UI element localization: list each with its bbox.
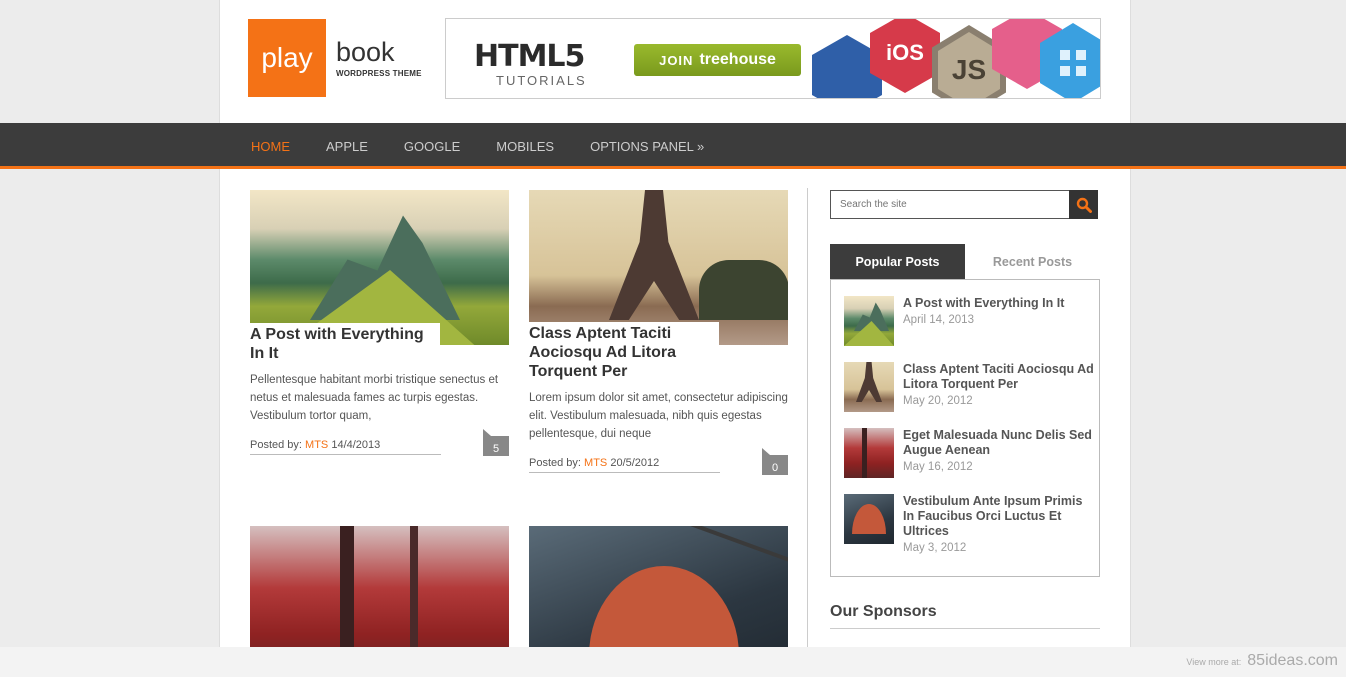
main-nav: HOME APPLE GOOGLE MOBILES OPTIONS PANEL …	[0, 123, 1346, 169]
popular-post-title[interactable]: Vestibulum Ante Ipsum Primis In Faucibus…	[903, 494, 1094, 539]
post-date: 14/4/2013	[331, 439, 381, 451]
post-thumbnail-mountain[interactable]	[250, 190, 509, 345]
column-divider	[807, 188, 808, 647]
popular-post-thumbnail[interactable]	[844, 296, 894, 346]
popular-post-thumbnail[interactable]	[844, 428, 894, 478]
logo-play: play	[248, 19, 326, 97]
comment-count-badge[interactable]: 0	[762, 448, 788, 475]
tab-popular-posts[interactable]: Popular Posts	[830, 244, 965, 279]
search-icon	[1076, 197, 1092, 213]
page-container: play book WORDPRESS THEME HTML5 TUTORIAL…	[219, 0, 1131, 677]
popular-post-date: May 20, 2012	[903, 395, 973, 407]
popular-post-item[interactable]: Class Aptent Taciti Aociosqu Ad Litora T…	[844, 362, 1094, 412]
popular-post-thumbnail[interactable]	[844, 362, 894, 412]
posted-by-label: Posted by:	[529, 457, 581, 469]
footer-bar	[0, 647, 1346, 677]
sponsors-heading: Our Sponsors	[830, 603, 1100, 629]
post-card: Class Aptent Taciti Aociosqu Ad Litora T…	[529, 190, 788, 475]
post-card: A Post with Everything In It Pellentesqu…	[250, 190, 509, 456]
sidebar-tabs: Popular Posts Recent Posts	[830, 244, 1100, 279]
popular-posts-widget: A Post with Everything In It April 14, 2…	[830, 279, 1100, 577]
nav-item-mobiles[interactable]: MOBILES	[496, 139, 554, 154]
search-button[interactable]	[1069, 190, 1098, 219]
credit-site-link[interactable]: 85ideas.com	[1247, 652, 1338, 670]
post-excerpt: Pellentesque habitant morbi tristique se…	[250, 374, 499, 422]
post-excerpt: Lorem ipsum dolor sit amet, consectetur …	[529, 392, 788, 440]
nav-item-apple[interactable]: APPLE	[326, 139, 368, 154]
popular-post-date: May 3, 2012	[903, 542, 967, 554]
banner-subtitle: TUTORIALS	[496, 73, 587, 88]
popular-post-item[interactable]: A Post with Everything In It April 14, 2…	[844, 296, 1094, 346]
popular-post-item[interactable]: Vestibulum Ante Ipsum Primis In Faucibus…	[844, 494, 1094, 554]
post-author-link[interactable]: MTS	[584, 457, 607, 469]
ad-banner[interactable]: HTML5 TUTORIALS JOIN treehouse iOS JS	[445, 18, 1101, 99]
popular-post-title[interactable]: Eget Malesuada Nunc Delis Sed Augue Aene…	[903, 428, 1094, 458]
popular-post-title[interactable]: Class Aptent Taciti Aociosqu Ad Litora T…	[903, 362, 1094, 392]
banner-title: HTML5	[474, 39, 585, 74]
post-author-link[interactable]: MTS	[305, 439, 328, 451]
nav-item-home[interactable]: HOME	[251, 139, 290, 154]
nav-item-options-panel[interactable]: OPTIONS PANEL »	[590, 139, 704, 154]
join-treehouse-button[interactable]: JOIN treehouse	[634, 44, 801, 76]
treehouse-label: treehouse	[699, 51, 776, 68]
search-input[interactable]	[830, 190, 1069, 219]
popular-post-date: April 14, 2013	[903, 314, 974, 326]
popular-post-title[interactable]: A Post with Everything In It	[903, 296, 1064, 311]
credit: View more at: 85ideas.com	[1186, 652, 1338, 670]
post-title[interactable]: Class Aptent Taciti Aociosqu Ad Litora T…	[529, 324, 713, 381]
popular-post-date: May 16, 2012	[903, 461, 973, 473]
comment-count-badge[interactable]: 5	[483, 429, 509, 456]
popular-post-thumbnail[interactable]	[844, 494, 894, 544]
post-meta: Posted by: MTS 14/4/2013	[250, 439, 441, 455]
tab-recent-posts[interactable]: Recent Posts	[965, 244, 1100, 279]
post-date: 20/5/2012	[610, 457, 660, 469]
js-badge-label: JS	[938, 32, 1000, 98]
post-title[interactable]: A Post with Everything In It	[250, 325, 434, 363]
popular-post-item[interactable]: Eget Malesuada Nunc Delis Sed Augue Aene…	[844, 428, 1094, 478]
post-meta: Posted by: MTS 20/5/2012	[529, 457, 720, 473]
site-logo[interactable]: play book WORDPRESS THEME	[248, 19, 422, 97]
logo-book: book	[336, 36, 395, 67]
search-form	[830, 190, 1098, 219]
credit-prefix: View more at:	[1186, 657, 1242, 667]
posted-by-label: Posted by:	[250, 439, 302, 451]
logo-subtitle: WORDPRESS THEME	[336, 68, 422, 78]
nav-item-google[interactable]: GOOGLE	[404, 139, 460, 154]
join-label: JOIN	[659, 52, 694, 68]
